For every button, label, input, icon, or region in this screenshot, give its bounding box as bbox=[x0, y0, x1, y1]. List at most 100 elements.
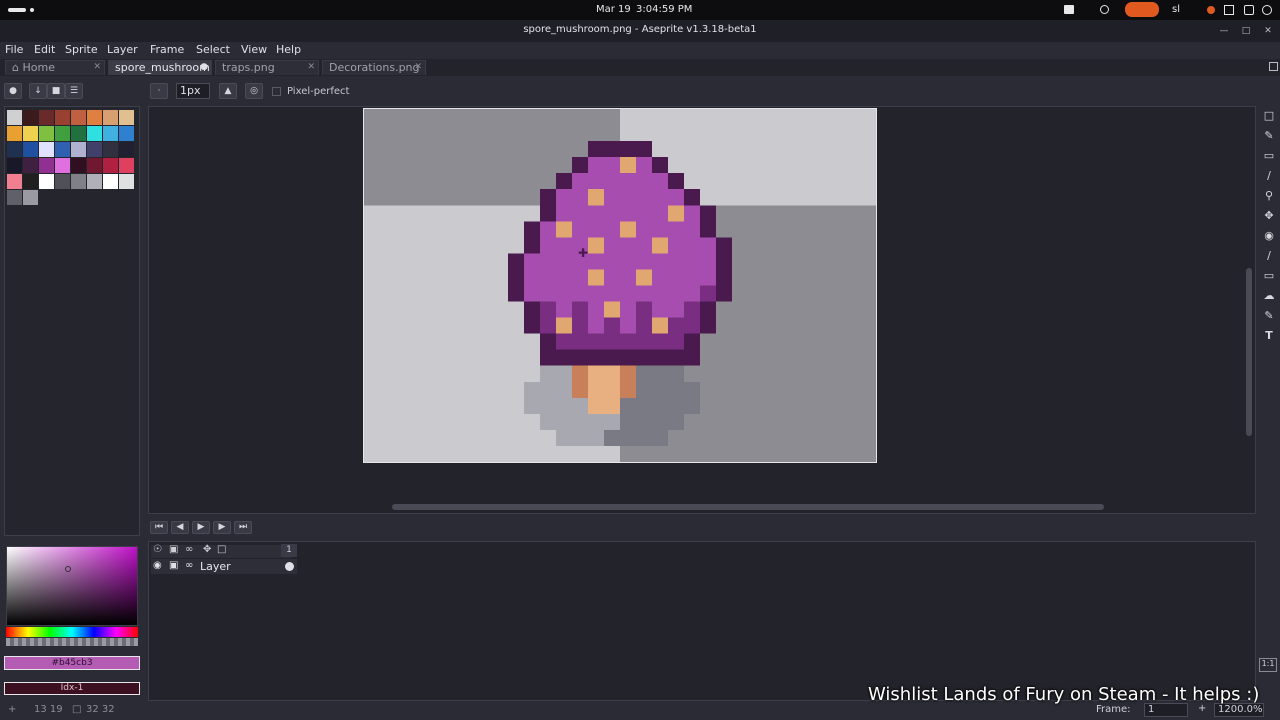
activities-icon[interactable] bbox=[8, 8, 26, 12]
menu-edit[interactable]: Edit bbox=[34, 43, 55, 56]
palette-swatch[interactable] bbox=[39, 126, 54, 141]
reset-zoom-icon[interactable]: 1:1 bbox=[1259, 658, 1277, 672]
menu-view[interactable]: View bbox=[241, 43, 267, 56]
notification-icon[interactable] bbox=[1207, 6, 1215, 14]
eye-icon[interactable]: ◉ bbox=[153, 560, 162, 571]
menu-select[interactable]: Select bbox=[196, 43, 230, 56]
frame-field[interactable]: 1 bbox=[1144, 703, 1188, 717]
lock-palette-icon[interactable]: ● bbox=[4, 83, 22, 99]
status-circle-icon[interactable] bbox=[1100, 5, 1109, 14]
palette-swatch[interactable] bbox=[87, 158, 102, 173]
maximize-icon[interactable]: □ bbox=[1241, 26, 1251, 36]
palette-swatch[interactable] bbox=[7, 190, 22, 205]
palette-square-icon[interactable]: ■ bbox=[47, 83, 65, 99]
menu-layer[interactable]: Layer bbox=[107, 43, 138, 56]
palette-swatch[interactable] bbox=[23, 158, 38, 173]
palette-swatch[interactable] bbox=[39, 174, 54, 189]
palette-swatch[interactable] bbox=[23, 110, 38, 125]
palette-swatch[interactable] bbox=[23, 126, 38, 141]
alpha-slider[interactable] bbox=[6, 638, 138, 646]
palette-swatch[interactable] bbox=[87, 110, 102, 125]
volume-icon[interactable] bbox=[1244, 5, 1254, 15]
palette-swatch[interactable] bbox=[39, 158, 54, 173]
palette-swatch[interactable] bbox=[7, 110, 22, 125]
lock-icon[interactable]: ▣ bbox=[169, 560, 178, 571]
palette-swatch[interactable] bbox=[103, 126, 118, 141]
brush-size-field[interactable]: 1px bbox=[176, 83, 210, 99]
chat-icon[interactable] bbox=[1064, 5, 1074, 14]
os-date[interactable]: Mar 19 bbox=[596, 4, 631, 15]
contour-tool-icon[interactable]: ☁ bbox=[1261, 288, 1277, 304]
tab-layout-icon[interactable] bbox=[1269, 62, 1278, 71]
hex-color-field[interactable]: #b45cb3 bbox=[4, 656, 140, 670]
last-frame-icon[interactable]: ⏭ bbox=[234, 521, 252, 534]
keyboard-layout[interactable]: sl bbox=[1172, 4, 1180, 15]
continuous-header-icon[interactable]: ∞ bbox=[185, 544, 193, 555]
close-icon[interactable]: ✕ bbox=[1263, 26, 1273, 36]
palette-swatch[interactable] bbox=[103, 174, 118, 189]
first-frame-icon[interactable]: ⏮ bbox=[150, 521, 168, 534]
palette-swatch[interactable] bbox=[119, 110, 134, 125]
picker-handle[interactable] bbox=[65, 566, 71, 572]
tab-decorations[interactable]: Decorations.png ✕ bbox=[322, 60, 426, 75]
zoom-field[interactable]: 1200.0% bbox=[1214, 703, 1264, 717]
sprite-canvas[interactable] bbox=[363, 108, 877, 463]
minimize-icon[interactable]: — bbox=[1219, 26, 1229, 36]
tab-traps[interactable]: traps.png ✕ bbox=[215, 60, 319, 75]
symmetry-icon[interactable]: ◎ bbox=[245, 83, 263, 99]
palette-swatch[interactable] bbox=[71, 142, 86, 157]
palette-swatch[interactable] bbox=[119, 142, 134, 157]
horizontal-scrollbar[interactable] bbox=[392, 504, 1104, 510]
hue-slider[interactable] bbox=[6, 627, 138, 637]
palette-swatch[interactable] bbox=[23, 142, 38, 157]
lock-header-icon[interactable]: ▣ bbox=[169, 544, 178, 555]
layer-row[interactable]: ◉ ▣ ∞ Layer bbox=[151, 559, 297, 574]
power-icon[interactable] bbox=[1262, 5, 1272, 15]
tab-home[interactable]: ⌂ Home ✕ bbox=[5, 60, 105, 75]
vertical-scrollbar[interactable] bbox=[1246, 268, 1252, 436]
palette-swatch[interactable] bbox=[55, 110, 70, 125]
palette-swatch[interactable] bbox=[87, 126, 102, 141]
palette-swatch[interactable] bbox=[87, 174, 102, 189]
menu-sprite[interactable]: Sprite bbox=[65, 43, 98, 56]
palette-swatch[interactable] bbox=[7, 158, 22, 173]
palette-swatch[interactable] bbox=[119, 158, 134, 173]
palette-swatch[interactable] bbox=[7, 126, 22, 141]
sprite-pixels[interactable] bbox=[364, 109, 876, 462]
palette-swatch[interactable] bbox=[39, 142, 54, 157]
palette-swatch[interactable] bbox=[55, 174, 70, 189]
palette-swatch[interactable] bbox=[71, 158, 86, 173]
tab-close-icon[interactable]: ✕ bbox=[414, 61, 422, 74]
palette-down-icon[interactable]: ↓ bbox=[29, 83, 47, 99]
palette-swatch[interactable] bbox=[55, 142, 70, 157]
eyedropper-tool-icon[interactable]: ∕ bbox=[1261, 168, 1277, 184]
visibility-header-icon[interactable]: ☉ bbox=[153, 544, 162, 555]
layer-name[interactable]: Layer bbox=[200, 560, 231, 573]
color-picker-area[interactable] bbox=[6, 546, 138, 626]
menu-frame[interactable]: Frame bbox=[150, 43, 184, 56]
eraser-tool-icon[interactable]: ▭ bbox=[1261, 148, 1277, 164]
recording-indicator[interactable] bbox=[1125, 2, 1159, 17]
palette-swatch[interactable] bbox=[119, 126, 134, 141]
link-icon[interactable]: ∞ bbox=[185, 560, 193, 571]
next-frame-icon[interactable]: ▶ bbox=[213, 521, 231, 534]
palette-swatch[interactable] bbox=[119, 174, 134, 189]
blur-tool-icon[interactable]: ✎ bbox=[1261, 308, 1277, 324]
text-tool-icon[interactable]: T bbox=[1261, 328, 1277, 344]
color-index-field[interactable]: Idx-1 bbox=[4, 682, 140, 695]
palette-swatch[interactable] bbox=[103, 110, 118, 125]
palette-menu-icon[interactable]: ☰ bbox=[65, 83, 83, 99]
brush-type-icon[interactable]: · bbox=[150, 83, 168, 99]
zoom-tool-icon[interactable]: ⚲ bbox=[1261, 188, 1277, 204]
play-icon[interactable]: ▶ bbox=[192, 521, 210, 534]
palette-swatch[interactable] bbox=[103, 142, 118, 157]
line-tool-icon[interactable]: ∕ bbox=[1261, 248, 1277, 264]
palette-swatch[interactable] bbox=[71, 126, 86, 141]
rectangle-tool-icon[interactable]: ▭ bbox=[1261, 268, 1277, 284]
pixel-perfect-checkbox[interactable] bbox=[272, 87, 281, 96]
previous-frame-icon[interactable]: ◀ bbox=[171, 521, 189, 534]
palette-swatch[interactable] bbox=[23, 190, 38, 205]
palette-swatch[interactable] bbox=[71, 174, 86, 189]
frame-header-1[interactable]: 1 bbox=[281, 544, 297, 557]
layer-header-icon[interactable]: □ bbox=[217, 544, 226, 555]
